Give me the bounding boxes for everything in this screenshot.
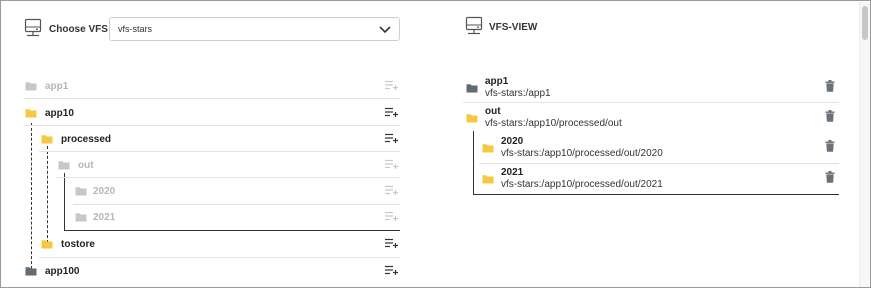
folder-open-icon [25,109,37,118]
view-connector-out [473,131,474,194]
tree-connector-out [64,173,65,230]
tree-item-label: app1 [45,81,69,92]
trash-icon[interactable] [825,140,835,152]
folder-open-icon [41,240,53,249]
folder-icon [466,84,478,93]
tree-row-tostore[interactable]: tostore [39,232,401,258]
view-item-name: 2021 [501,167,524,178]
tree-connector-app10 [31,123,32,269]
tree-item-label: processed [61,134,112,145]
tree-row-out[interactable]: out [56,153,401,179]
trash-icon[interactable] [825,171,835,183]
tree-item-label: 2020 [93,186,116,197]
view-item-name: 2020 [501,136,524,147]
app-window: Choose VFS vfs-stars app1 app10 processe… [0,0,871,288]
view-item-name: app1 [485,76,509,87]
vfs-select-value: vfs-stars [118,24,153,34]
trash-icon[interactable] [825,80,835,92]
folder-icon [75,187,87,196]
playlist-add-icon[interactable] [385,185,399,195]
playlist-add-icon[interactable] [385,159,399,169]
view-row-2021[interactable]: 2021 vfs-stars:/app10/processed/out/2021 [479,165,839,193]
folder-open-icon [466,114,478,123]
tree-row-2021[interactable]: 2021 [73,205,401,231]
tree-item-label: 2021 [93,212,116,223]
folder-open-icon [482,175,494,184]
tree-row-app100[interactable]: app100 [23,259,401,285]
network-drive-icon [24,18,42,37]
vfs-view-title: VFS-VIEW [489,22,538,33]
view-item-name: out [485,106,501,117]
view-item-path: vfs-stars:/app10/processed/out/2020 [501,148,663,159]
playlist-add-icon[interactable] [385,80,399,90]
vfs-select[interactable]: vfs-stars [109,17,400,41]
view-connector-out-bottom [473,194,839,195]
tree-item-label: tostore [61,239,95,250]
playlist-add-icon[interactable] [385,265,399,275]
network-drive-icon [465,16,483,35]
tree-item-label: out [78,160,94,171]
folder-icon [75,213,87,222]
playlist-add-icon[interactable] [385,107,399,117]
folder-icon [25,82,37,91]
trash-icon[interactable] [825,110,835,122]
tree-connector-processed [47,146,48,243]
scrollbar-thumb[interactable] [862,6,868,40]
tree-item-label: app10 [45,108,74,119]
folder-open-icon [58,161,70,170]
view-row-out[interactable]: out vfs-stars:/app10/processed/out [463,103,839,131]
playlist-add-icon[interactable] [385,238,399,248]
folder-icon [25,267,37,276]
view-item-path: vfs-stars:/app10/processed/out [485,118,622,129]
playlist-add-icon[interactable] [385,133,399,143]
folder-open-icon [482,144,494,153]
chevron-down-icon[interactable] [379,25,391,35]
tree-row-processed[interactable]: processed [39,127,401,153]
tree-row-2020[interactable]: 2020 [73,179,401,205]
tree-row-app1[interactable]: app1 [23,74,401,100]
folder-open-icon [41,135,53,144]
vertical-scrollbar[interactable] [859,2,870,287]
choose-vfs-label: Choose VFS [49,24,108,35]
view-item-path: vfs-stars:/app10/processed/out/2021 [501,179,663,190]
view-row-app1[interactable]: app1 vfs-stars:/app1 [463,73,839,101]
tree-row-app10[interactable]: app10 [23,101,401,127]
view-item-path: vfs-stars:/app1 [485,88,551,99]
tree-item-label: app100 [45,266,80,277]
playlist-add-icon[interactable] [385,211,399,221]
view-row-2020[interactable]: 2020 vfs-stars:/app10/processed/out/2020 [479,134,839,162]
row-separator [479,163,839,164]
